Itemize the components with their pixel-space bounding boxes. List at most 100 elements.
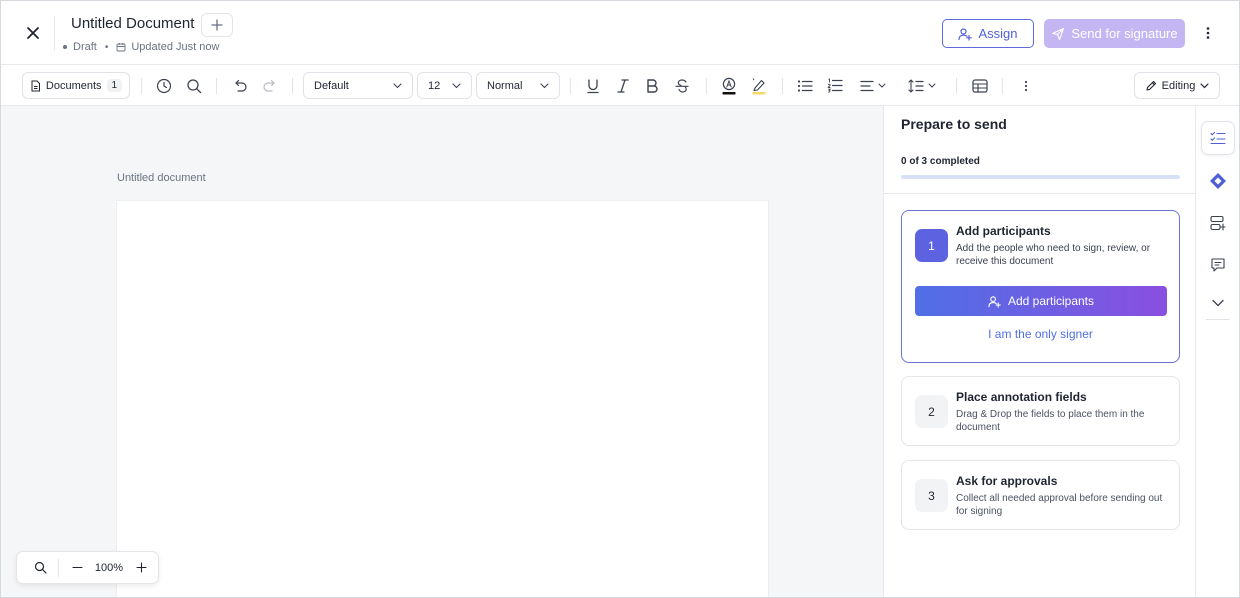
paragraph-style-select[interactable]: Normal xyxy=(476,72,560,99)
table-icon xyxy=(972,78,988,93)
panel-divider xyxy=(884,193,1195,194)
editor-canvas: Untitled document 100% xyxy=(1,106,883,597)
formatting-toolbar: Documents 1 Default 12 Normal Editing xyxy=(1,66,1239,106)
highlight-icon xyxy=(752,77,766,94)
italic-button[interactable] xyxy=(610,72,636,99)
prepare-to-send-panel: Prepare to send 0 of 3 completed 1 Add p… xyxy=(883,106,1195,597)
user-plus-icon xyxy=(958,27,973,41)
redo-button[interactable] xyxy=(257,72,283,99)
zoom-in-button[interactable] xyxy=(129,556,153,580)
font-size-value: 12 xyxy=(428,79,441,92)
close-icon xyxy=(27,27,39,39)
underline-button[interactable] xyxy=(580,72,606,99)
plus-icon xyxy=(211,19,223,31)
rail-fields-button[interactable] xyxy=(1201,206,1235,240)
pencil-icon xyxy=(1146,80,1156,91)
step-add-participants: 1 Add participants Add the people who ne… xyxy=(901,210,1180,363)
header-divider xyxy=(54,16,55,50)
toolbar-divider xyxy=(956,78,957,94)
font-size-select[interactable]: 12 xyxy=(417,72,472,99)
editing-mode-select[interactable]: Editing xyxy=(1134,72,1220,99)
style-select[interactable]: Default xyxy=(303,72,413,99)
documents-button[interactable]: Documents 1 xyxy=(22,72,130,99)
chevron-down-icon xyxy=(1200,82,1209,88)
chevron-down-icon xyxy=(540,82,549,88)
document-page[interactable] xyxy=(117,201,768,597)
close-button[interactable] xyxy=(19,19,47,47)
search-button[interactable] xyxy=(181,72,207,99)
toolbar-more-button[interactable] xyxy=(1013,72,1039,99)
rail-expand-button[interactable] xyxy=(1201,286,1235,320)
rail-comments-button[interactable] xyxy=(1201,248,1235,282)
align-select[interactable] xyxy=(855,72,891,99)
toolbar-divider xyxy=(292,78,293,94)
italic-icon xyxy=(617,78,629,93)
table-button[interactable] xyxy=(967,72,993,99)
line-spacing-icon xyxy=(908,78,924,93)
chevron-down-icon xyxy=(452,82,461,88)
step-ask-for-approvals[interactable]: 3 Ask for approvals Collect all needed a… xyxy=(901,460,1180,530)
only-signer-link[interactable]: I am the only signer xyxy=(902,327,1179,341)
updated-timestamp: Updated Just now xyxy=(131,41,220,53)
status-dot xyxy=(63,45,67,49)
toolbar-divider xyxy=(782,78,783,94)
line-spacing-select[interactable] xyxy=(904,72,940,99)
status-badge: Draft xyxy=(73,41,97,53)
undo-icon xyxy=(235,79,247,92)
documents-count-badge: 1 xyxy=(106,79,123,92)
more-vertical-icon xyxy=(1024,80,1028,91)
add-participants-button[interactable]: Add participants xyxy=(915,286,1167,316)
text-color-icon xyxy=(722,77,736,94)
chevron-down-icon xyxy=(393,82,402,88)
rail-prepare-button[interactable] xyxy=(1201,121,1235,155)
step-description: Drag & Drop the fields to place them in … xyxy=(956,409,1145,433)
step-description: Collect all needed approval before sendi… xyxy=(956,493,1163,517)
search-icon xyxy=(187,78,202,93)
search-icon xyxy=(34,561,47,574)
highlight-button[interactable] xyxy=(746,72,772,99)
numbered-list-icon xyxy=(827,78,843,93)
style-select-value: Default xyxy=(314,79,349,92)
chevron-down-icon xyxy=(1212,299,1224,307)
bold-button[interactable] xyxy=(639,72,665,99)
numbered-list-button[interactable] xyxy=(822,72,848,99)
toolbar-divider xyxy=(216,78,217,94)
minus-icon xyxy=(71,566,83,569)
toolbar-divider xyxy=(1002,78,1003,94)
add-document-button[interactable] xyxy=(201,13,233,37)
send-label: Send for signature xyxy=(1071,26,1178,41)
bold-icon xyxy=(647,78,658,93)
right-rail xyxy=(1195,106,1239,597)
editing-mode-label: Editing xyxy=(1161,79,1196,92)
add-participants-label: Add participants xyxy=(1007,294,1095,308)
chevron-down-icon xyxy=(928,83,936,88)
more-options-button[interactable] xyxy=(1197,21,1219,45)
document-status: Draft • Updated Just now xyxy=(63,41,219,53)
calendar-icon xyxy=(116,43,126,52)
checklist-icon xyxy=(1210,131,1226,145)
comment-icon xyxy=(1211,258,1225,272)
bullet-list-icon xyxy=(797,79,813,92)
send-for-signature-button[interactable]: Send for signature xyxy=(1044,19,1185,48)
step-place-annotation-fields[interactable]: 2 Place annotation fields Drag & Drop th… xyxy=(901,376,1180,446)
zoom-search-button[interactable] xyxy=(28,556,52,580)
history-icon xyxy=(156,78,172,93)
underline-icon xyxy=(587,78,599,93)
history-button[interactable] xyxy=(151,72,177,99)
document-title[interactable]: Untitled Document xyxy=(71,15,194,32)
bullet-list-button[interactable] xyxy=(792,72,818,99)
step-description: Add the people who need to sign, review,… xyxy=(956,243,1151,267)
assign-button[interactable]: Assign xyxy=(942,19,1034,48)
rail-ai-button[interactable] xyxy=(1201,164,1235,198)
toolbar-divider xyxy=(706,78,707,94)
chevron-down-icon xyxy=(878,83,886,88)
paper-plane-icon xyxy=(1052,27,1065,40)
strikethrough-button[interactable] xyxy=(669,72,695,99)
text-color-button[interactable] xyxy=(716,72,742,99)
header: Untitled Document Draft • Updated Just n… xyxy=(1,1,1239,65)
undo-button[interactable] xyxy=(227,72,253,99)
zoom-out-button[interactable] xyxy=(65,556,89,580)
toolbar-divider xyxy=(141,78,142,94)
plus-icon xyxy=(135,562,147,573)
more-vertical-icon xyxy=(1206,27,1210,39)
